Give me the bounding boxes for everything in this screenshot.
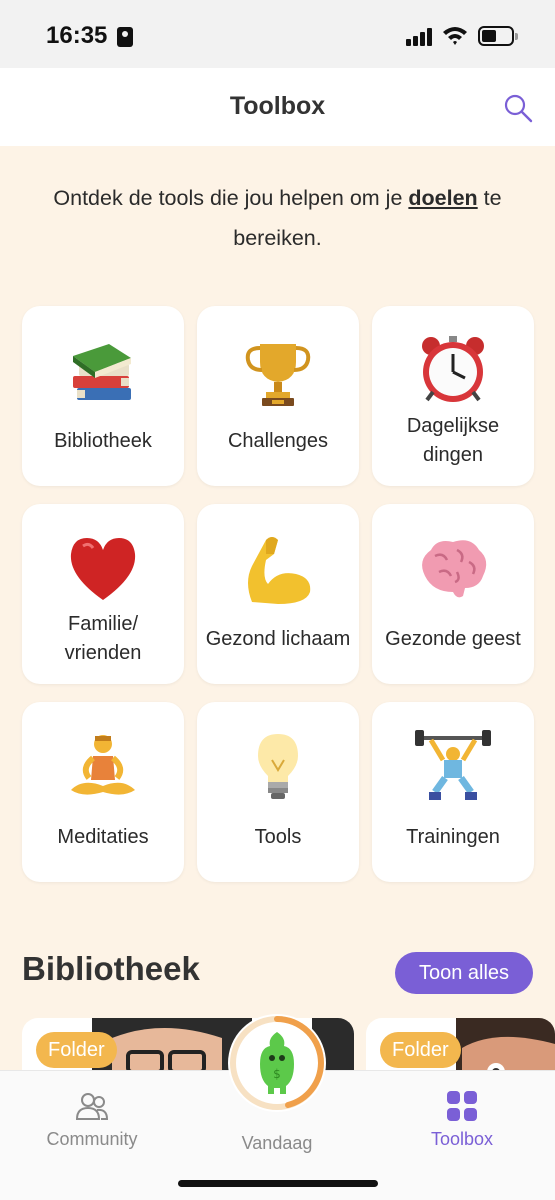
tile-tools[interactable]: Tools (197, 702, 359, 882)
id-card-icon (117, 27, 133, 47)
tab-vandaag[interactable]: Vandaag (207, 1127, 347, 1154)
tile-label: Challenges (227, 429, 329, 452)
brain-icon (422, 540, 487, 598)
tile-label: Dagelijkse dingen (406, 415, 500, 466)
tile-label: Tools (254, 825, 302, 848)
tile-label: Familie/ vrienden (64, 613, 142, 664)
show-all-button[interactable]: Toon alles (395, 952, 533, 994)
weightlifter-icon (415, 730, 491, 800)
goals-link[interactable]: doelen (408, 186, 477, 210)
light-bulb-icon (258, 734, 298, 799)
tile-label: Trainingen (406, 825, 500, 848)
trophy-icon (245, 344, 311, 406)
tab-community[interactable]: Community (22, 1089, 162, 1150)
battery-icon (478, 26, 518, 46)
tile-label: Gezond lichaam (205, 627, 351, 650)
tile-label: Meditaties (57, 825, 149, 848)
folder-badge: Folder (380, 1032, 461, 1068)
wifi-icon (443, 27, 467, 45)
books-icon (73, 344, 131, 400)
cellular-signal-icon (406, 28, 434, 46)
today-mascot-button[interactable]: $ (228, 1014, 326, 1112)
meditation-icon (71, 735, 135, 795)
library-section-title: Bibliotheek (22, 950, 200, 987)
svg-text:$: $ (273, 1067, 281, 1081)
heart-icon (70, 538, 136, 600)
tile-label: Gezonde geest (385, 627, 521, 650)
tile-bibliotheek[interactable]: Bibliotheek (22, 306, 184, 486)
grid-icon (447, 1091, 477, 1121)
alarm-clock-icon (422, 336, 484, 402)
status-bar: 16:35 (0, 0, 555, 68)
folder-badge: Folder (36, 1032, 117, 1068)
tile-dagelijkse-dingen[interactable]: Dagelijkse dingen (372, 306, 534, 486)
tile-familie-vrienden[interactable]: Familie/ vrienden (22, 504, 184, 684)
top-app-bar: Toolbox (0, 68, 555, 146)
tab-label: Toolbox (430, 1129, 494, 1149)
tab-toolbox[interactable]: Toolbox (392, 1089, 532, 1150)
flexed-biceps-icon (248, 537, 311, 604)
status-time: 16:35 (46, 22, 108, 49)
search-icon[interactable] (500, 90, 536, 126)
tile-trainingen[interactable]: Trainingen (372, 702, 534, 882)
tab-label: Vandaag (241, 1133, 313, 1153)
page-title: Toolbox (229, 92, 326, 120)
people-icon (75, 1093, 109, 1120)
tile-label: Bibliotheek (54, 429, 152, 452)
tab-label: Community (46, 1129, 138, 1149)
home-indicator (178, 1180, 378, 1187)
intro-text-start: Ontdek de tools die jou helpen om je (53, 186, 409, 210)
tile-gezond-lichaam[interactable]: Gezond lichaam (197, 504, 359, 684)
tile-gezonde-geest[interactable]: Gezonde geest (372, 504, 534, 684)
tile-meditaties[interactable]: Meditaties (22, 702, 184, 882)
intro-text: Ontdek de tools die jou helpen om je doe… (20, 178, 535, 258)
toolbox-grid: Bibliotheek Challenges Dagelijkse dingen (22, 306, 534, 882)
mascot-icon: $ (260, 1032, 294, 1094)
tile-challenges[interactable]: Challenges (197, 306, 359, 486)
